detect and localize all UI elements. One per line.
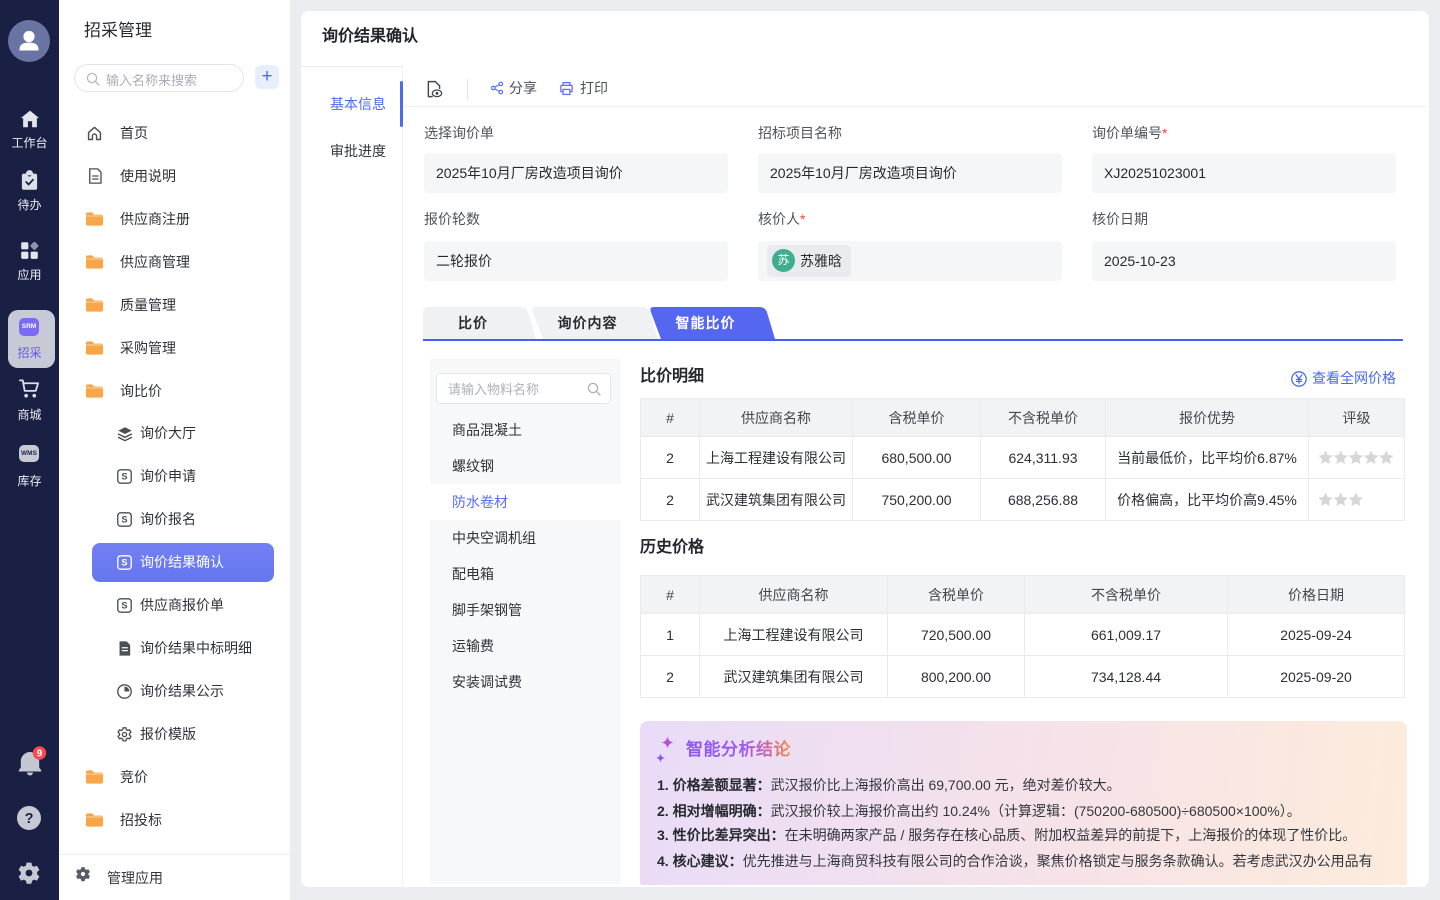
svg-text:S: S: [121, 601, 127, 611]
svg-text:?: ?: [25, 811, 34, 827]
svg-text:S: S: [121, 515, 127, 525]
svg-text:9: 9: [37, 749, 43, 760]
svg-text:S: S: [121, 472, 127, 482]
svg-text:S: S: [121, 558, 127, 568]
